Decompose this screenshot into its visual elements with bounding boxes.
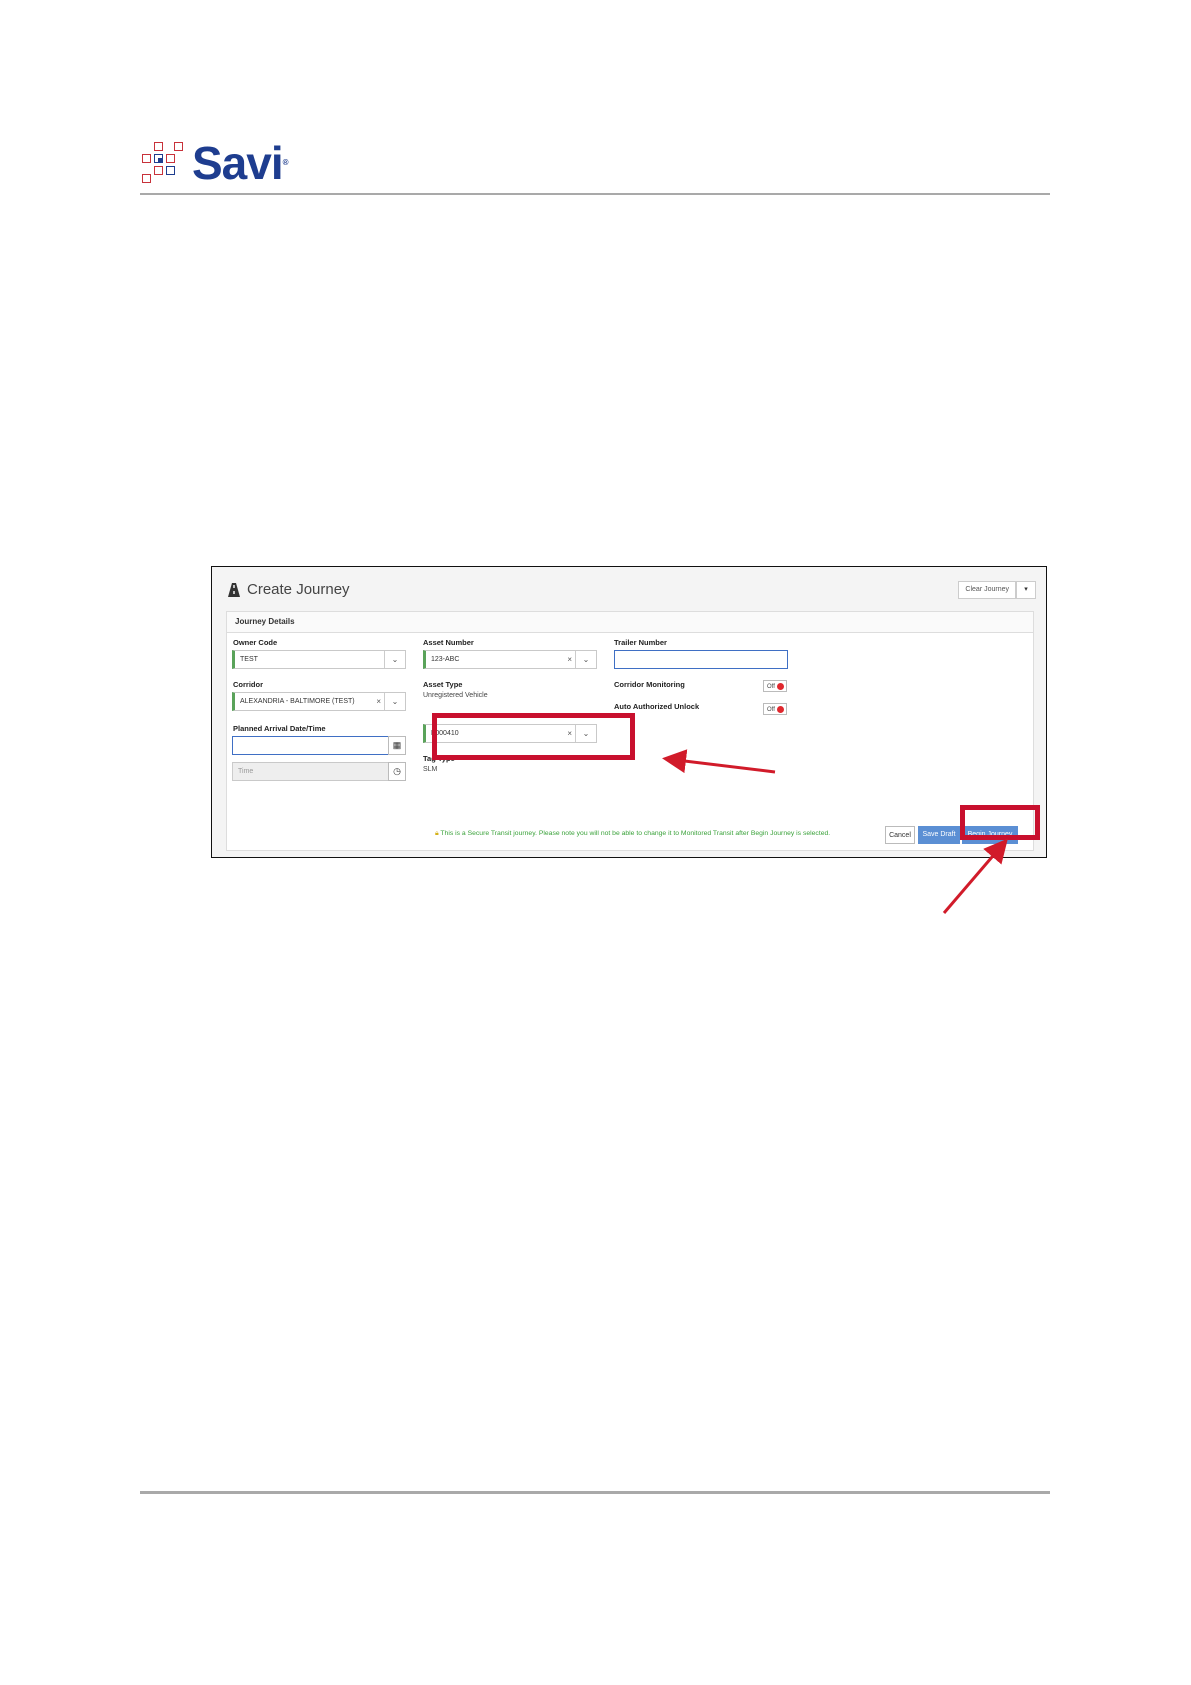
footer-rule xyxy=(140,1491,1050,1494)
arrow-to-begin xyxy=(942,838,1008,914)
callout-arrows xyxy=(662,749,1008,914)
arrow-to-tag xyxy=(662,749,776,774)
